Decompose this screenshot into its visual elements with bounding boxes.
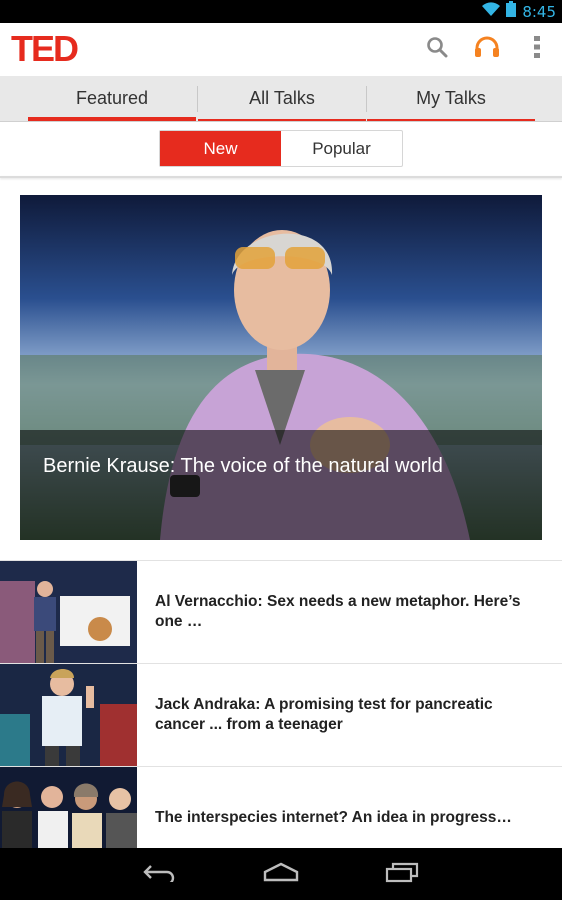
talk-list: Al Vernacchio: Sex needs a new metaphor.… bbox=[0, 560, 562, 869]
talk-title: Jack Andraka: A promising test for pancr… bbox=[155, 696, 493, 733]
ted-logo: TED bbox=[11, 28, 79, 69]
home-button[interactable] bbox=[251, 854, 311, 894]
wifi-icon bbox=[482, 2, 501, 21]
tab-featured[interactable]: Featured bbox=[28, 76, 196, 121]
talk-title: Al Vernacchio: Sex needs a new metaphor.… bbox=[155, 593, 521, 630]
segment-popular[interactable]: Popular bbox=[281, 131, 402, 166]
tab-my-talks[interactable]: My Talks bbox=[367, 76, 535, 121]
recents-button[interactable] bbox=[372, 854, 432, 894]
list-item[interactable]: Jack Andraka: A promising test for pancr… bbox=[0, 663, 562, 766]
hero-overlay bbox=[20, 430, 542, 540]
divider bbox=[0, 176, 562, 178]
featured-talk-card[interactable]: Bernie Krause: The voice of the natural … bbox=[20, 195, 542, 540]
tab-label: Featured bbox=[75, 88, 149, 108]
back-icon bbox=[143, 862, 177, 887]
tab-all-talks[interactable]: All Talks bbox=[198, 76, 366, 121]
system-nav-bar bbox=[0, 848, 562, 900]
audio-button[interactable] bbox=[462, 23, 512, 76]
sort-segmented-control: New Popular bbox=[159, 130, 403, 167]
overflow-menu-icon bbox=[533, 35, 541, 64]
back-button[interactable] bbox=[130, 854, 190, 894]
list-item[interactable]: Al Vernacchio: Sex needs a new metaphor.… bbox=[0, 560, 562, 663]
status-bar: 8:45 bbox=[0, 0, 562, 23]
featured-talk-title: Bernie Krause: The voice of the natural … bbox=[43, 455, 443, 477]
talk-thumbnail bbox=[0, 561, 137, 663]
search-icon bbox=[426, 36, 448, 63]
segment-new[interactable]: New bbox=[160, 131, 281, 166]
tab-bar: Featured All Talks My Talks bbox=[0, 76, 562, 122]
status-time: 8:45 bbox=[522, 2, 556, 21]
app-bar: TED bbox=[0, 23, 562, 76]
battery-icon bbox=[506, 1, 517, 22]
home-icon bbox=[263, 862, 299, 887]
headphones-icon bbox=[474, 36, 500, 63]
overflow-menu-button[interactable] bbox=[512, 23, 562, 76]
talk-thumbnail bbox=[0, 664, 137, 766]
recents-icon bbox=[385, 861, 419, 888]
tab-label: All Talks bbox=[249, 88, 315, 108]
search-button[interactable] bbox=[412, 23, 462, 76]
tab-label: My Talks bbox=[416, 88, 486, 108]
